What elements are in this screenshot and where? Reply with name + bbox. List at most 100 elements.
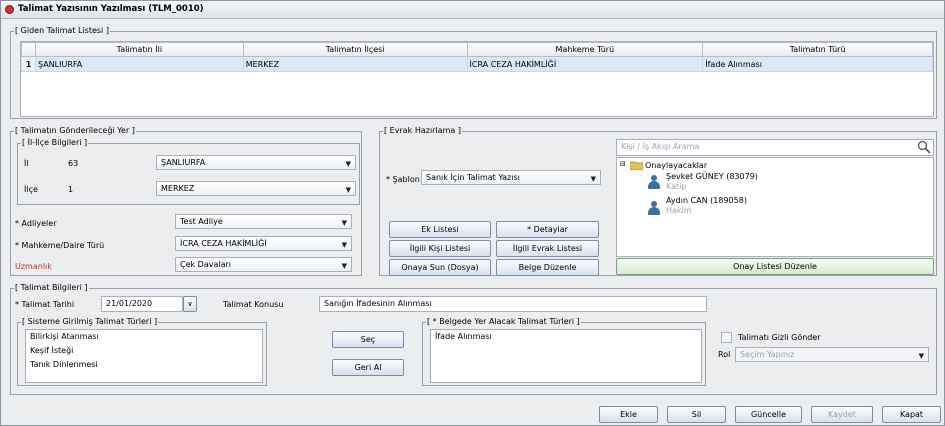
chevron-down-icon: ▼ <box>341 219 347 227</box>
il-label: İl <box>24 159 29 168</box>
konu-input[interactable]: Sanığın İfadesinin Alınması <box>319 296 707 312</box>
ilce-select-value: MERKEZ <box>161 184 195 193</box>
tarih-input[interactable]: 21/01/2020 <box>101 296 183 312</box>
mahkeme-label: * Mahkeme/Daire Türü <box>15 241 105 250</box>
uzmanlik-select-value: Çek Davaları <box>180 260 232 269</box>
row-number: 1 <box>21 56 36 72</box>
list-item[interactable]: Keşif İsteği <box>26 344 262 358</box>
main-window: Talimat Yazısının Yazılması (TLM_0010) [… <box>0 0 945 426</box>
tarih-value: 21/01/2020 <box>106 299 153 308</box>
chevron-down-icon: ▼ <box>341 241 347 249</box>
sec-button[interactable]: Seç <box>332 331 404 348</box>
corner-header <box>21 42 36 57</box>
sistem-turleri-list: Bilirkişi Atanması Keşif İsteği Tanık Di… <box>25 329 263 383</box>
ekle-button[interactable]: Ekle <box>599 406 658 423</box>
il-select[interactable]: ŞANLIURFA ▼ <box>156 155 356 170</box>
rol-select-value: Seçim Yapınız <box>740 350 795 359</box>
kisi-search-input[interactable]: Kişi / İş Akışı Arama <box>616 139 934 156</box>
list-item[interactable]: Bilirkişi Atanması <box>26 330 262 344</box>
ilce-select[interactable]: MERKEZ ▼ <box>156 181 356 196</box>
outgoing-table-area: Talimatın İli Talimatın İlçesi Mahkeme T… <box>20 41 934 117</box>
chevron-down-icon: ▼ <box>918 352 924 360</box>
adliye-select-value: Test Adliye <box>180 217 223 226</box>
rol-label: Rol <box>718 350 731 359</box>
belge-turleri-title: [ * Belgede Yer Alacak Talimat Türleri ] <box>426 317 581 327</box>
chevron-down-icon: ▼ <box>341 262 347 270</box>
tarih-label: * Talimat Tarihi <box>15 300 75 309</box>
table-cell[interactable]: İCRA CEZA HAKİMLİĞİ <box>466 56 704 72</box>
date-picker-button[interactable]: ∨ <box>183 296 197 312</box>
outgoing-list-title: [ Giden Talimat Listesi ] <box>14 26 110 36</box>
ek-listesi-button[interactable]: Ek Listesi <box>389 221 491 238</box>
sablon-select[interactable]: Sanık İçin Talimat Yazısı ▼ <box>421 170 601 185</box>
il-select-value: ŞANLIURFA <box>161 158 206 167</box>
gizli-gonder-checkbox[interactable] <box>721 332 732 343</box>
belge-duzenle-button[interactable]: Belge Düzenle <box>496 259 599 276</box>
title-bar: Talimat Yazısının Yazılması (TLM_0010) <box>1 1 944 19</box>
tree-collapse-icon[interactable]: ⊟ <box>620 160 626 169</box>
sistem-turleri-group: [ Sisteme Girilmiş Talimat Türleri ] Bil… <box>17 317 267 386</box>
belge-turleri-list: İfade Alınması <box>430 329 702 383</box>
belge-turleri-group: [ * Belgede Yer Alacak Talimat Türleri ]… <box>422 317 706 386</box>
talimat-group: [ Talimat Bilgileri ] * Talimat Tarihi 2… <box>10 283 937 395</box>
chevron-down-icon: ▼ <box>590 175 596 183</box>
kaydet-button[interactable]: Kaydet <box>811 406 873 423</box>
uzmanlik-select[interactable]: Çek Davaları ▼ <box>175 257 352 272</box>
chevron-down-icon: ▼ <box>345 186 351 194</box>
ilgili-evrak-listesi-button[interactable]: İlgili Evrak Listesi <box>496 240 599 257</box>
il-code: 63 <box>68 159 79 168</box>
outgoing-list-group: [ Giden Talimat Listesi ] Talimatın İli … <box>10 26 937 119</box>
sistem-turleri-title: [ Sisteme Girilmiş Talimat Türleri ] <box>21 317 159 327</box>
column-header[interactable]: Talimatın Türü <box>702 42 933 57</box>
konu-value: Sanığın İfadesinin Alınması <box>324 299 432 308</box>
ilce-code: 1 <box>68 185 74 194</box>
il-ilce-group: [ İl-İlçe Bilgileri ] İl 63 ŞANLIURFA ▼ … <box>17 138 360 205</box>
tree-person-name[interactable]: Şevket GÜNEY (83079) <box>666 172 758 182</box>
kapat-button[interactable]: Kapat <box>882 406 941 423</box>
adliye-label: * Adliyeler <box>15 219 57 228</box>
table-cell[interactable]: ŞANLIURFA <box>34 56 244 72</box>
search-icon[interactable] <box>917 140 931 155</box>
geri-al-button[interactable]: Geri Al <box>332 359 404 376</box>
table-row[interactable]: 1 ŞANLIURFA MERKEZ İCRA CEZA HAKİMLİĞİ İ… <box>21 56 933 72</box>
user-icon <box>647 201 661 215</box>
tree-root-label[interactable]: Onaylayacaklar <box>645 161 707 171</box>
onay-listesi-duzenle-button[interactable]: Onay Listesi Düzenle <box>616 258 934 275</box>
talimat-title: [ Talimat Bilgileri ] <box>14 283 89 293</box>
column-header[interactable]: Talimatın İlçesi <box>242 42 468 57</box>
destination-group: [ Talimatın Gönderileceği Yer ] [ İl-İlç… <box>10 126 362 276</box>
list-item[interactable]: İfade Alınması <box>431 330 701 344</box>
chevron-down-icon: ▼ <box>345 160 351 168</box>
outgoing-table: Talimatın İli Talimatın İlçesi Mahkeme T… <box>21 42 933 72</box>
tree-person-role: Hakim <box>666 206 692 215</box>
column-header[interactable]: Mahkeme Türü <box>466 42 704 57</box>
gizli-gonder-label: Talimatı Gizli Gönder <box>738 333 821 342</box>
rol-select[interactable]: Seçim Yapınız ▼ <box>735 347 929 362</box>
approval-tree: ⊟ Onaylayacaklar Şevket GÜNEY (83079) Ka… <box>616 157 934 257</box>
column-header[interactable]: Talimatın İli <box>34 42 244 57</box>
adliye-select[interactable]: Test Adliye ▼ <box>175 214 352 229</box>
ilgili-kisi-listesi-button[interactable]: İlgili Kişi Listesi <box>389 240 491 257</box>
sablon-select-value: Sanık İçin Talimat Yazısı <box>426 173 520 182</box>
table-cell[interactable]: İfade Alınması <box>702 56 933 72</box>
tree-person-name[interactable]: Aydın CAN (189058) <box>666 196 747 206</box>
folder-icon <box>629 160 644 172</box>
user-icon <box>647 175 661 189</box>
guncelle-button[interactable]: Güncelle <box>735 406 802 423</box>
destination-title: [ Talimatın Gönderileceği Yer ] <box>14 126 136 136</box>
mahkeme-select-value: İCRA CEZA HAKİMLİĞİ <box>180 239 267 248</box>
tree-person-role: Katip <box>666 182 687 191</box>
uzmanlik-label: Uzmanlık <box>15 262 52 271</box>
table-cell[interactable]: MERKEZ <box>242 56 468 72</box>
detaylar-button[interactable]: * Detaylar <box>496 221 599 238</box>
mahkeme-select[interactable]: İCRA CEZA HAKİMLİĞİ ▼ <box>175 236 352 251</box>
chevron-down-icon: ∨ <box>187 300 193 308</box>
sil-button[interactable]: Sil <box>667 406 726 423</box>
evrak-title: [ Evrak Hazırlama ] <box>383 126 462 136</box>
evrak-group: [ Evrak Hazırlama ] * Şablon Sanık İçin … <box>379 126 937 276</box>
il-ilce-title: [ İl-İlçe Bilgileri ] <box>21 138 89 148</box>
konu-label: Talimat Konusu <box>223 300 284 309</box>
onaya-sun-button[interactable]: Onaya Sun (Dosya) <box>389 259 491 276</box>
list-item[interactable]: Tanık Dinlenmesi <box>26 358 262 372</box>
sablon-label: * Şablon <box>386 175 420 184</box>
